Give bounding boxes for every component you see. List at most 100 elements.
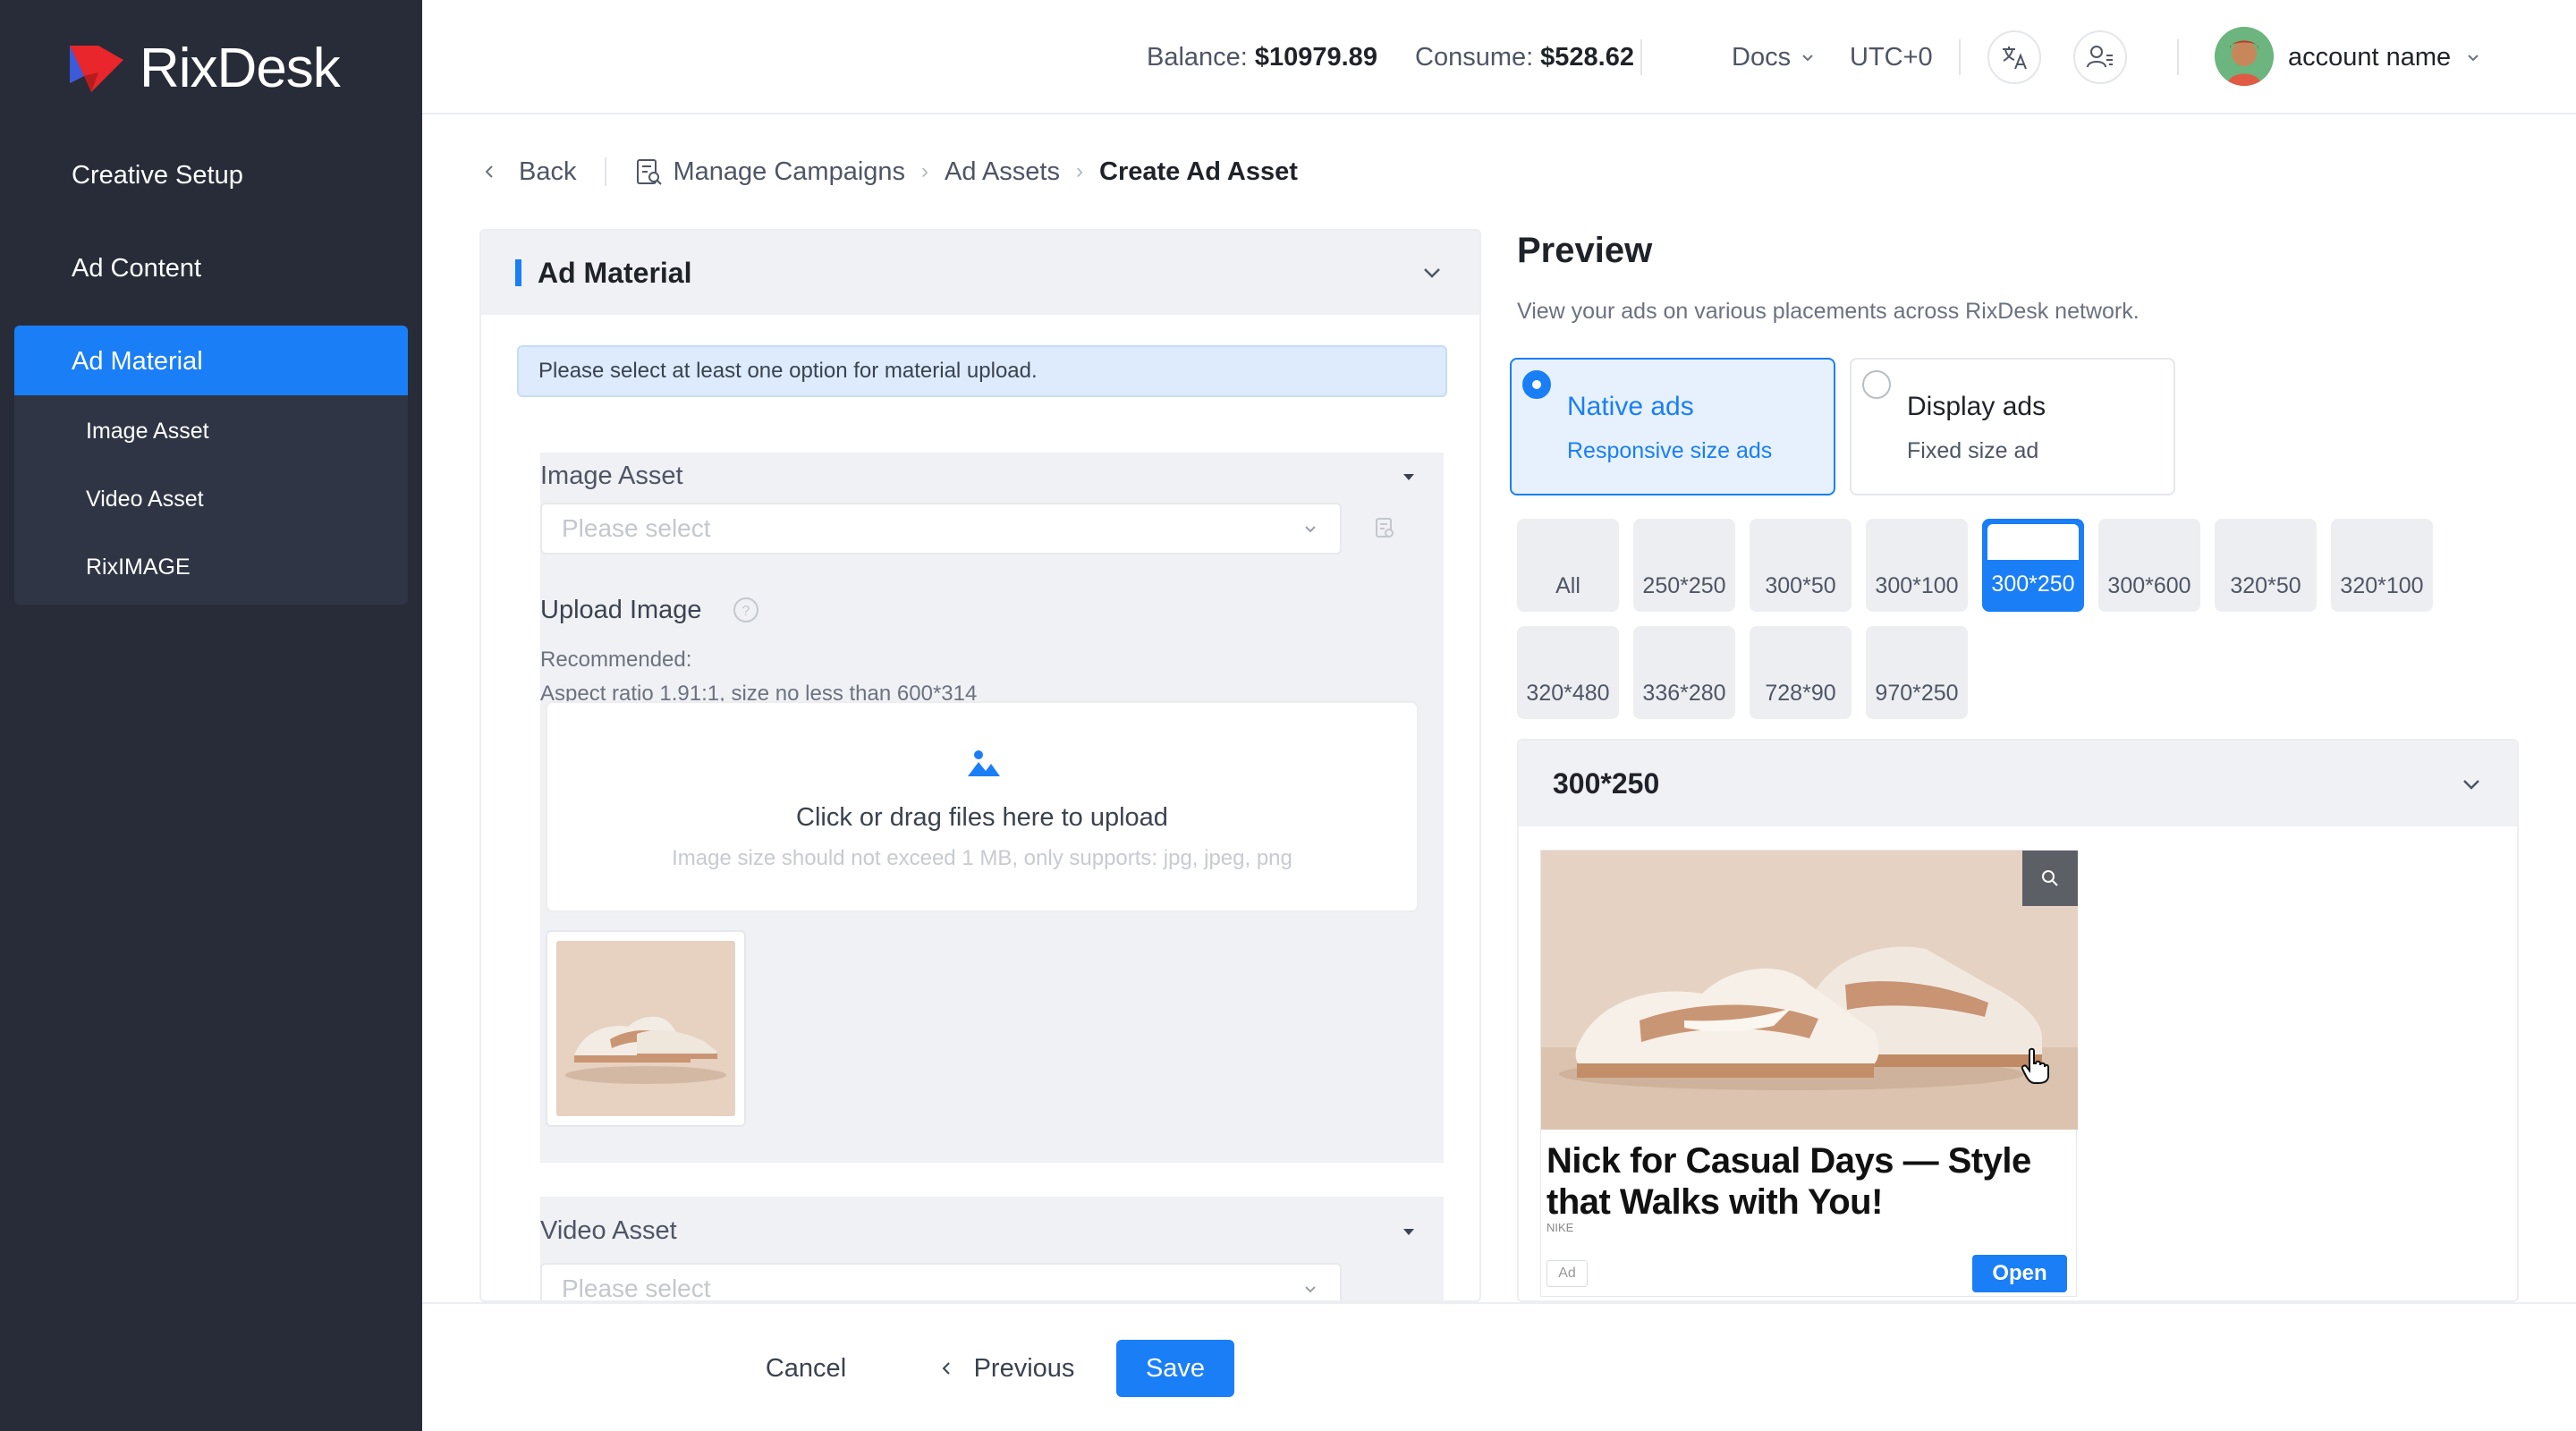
size-option-all[interactable]: All bbox=[1517, 519, 1619, 612]
native-ad-card: Nick for Casual Days — Style that Walks … bbox=[1540, 850, 2078, 1297]
ad-type-name: Native ads bbox=[1567, 392, 1694, 421]
ad-headline: Nick for Casual Days — Style that Walks … bbox=[1546, 1141, 2031, 1222]
video-asset-title: Video Asset bbox=[540, 1216, 677, 1245]
sidebar-subitem-image-asset[interactable]: Image Asset bbox=[14, 397, 408, 465]
breadcrumb-ad-assets[interactable]: Ad Assets bbox=[945, 157, 1060, 187]
help-icon[interactable]: ? bbox=[732, 596, 760, 624]
image-upload-icon bbox=[968, 750, 1000, 776]
users-icon bbox=[2087, 46, 2113, 68]
consume-label: Consume: bbox=[1415, 42, 1534, 72]
chevron-down-icon bbox=[1802, 55, 1813, 62]
uploaded-image-thumbnail[interactable] bbox=[546, 930, 746, 1127]
image-asset-select[interactable]: Please select bbox=[540, 503, 1342, 555]
radio-unselected[interactable] bbox=[1862, 370, 1891, 399]
translate-icon bbox=[2003, 47, 2027, 70]
size-option[interactable]: 300*600 bbox=[2098, 519, 2200, 612]
timezone-label: UTC+0 bbox=[1850, 42, 1933, 72]
upload-dropzone[interactable]: Click or drag files here to upload Image… bbox=[546, 701, 1419, 912]
sidebar-item-creative-setup[interactable]: Creative Setup bbox=[14, 140, 408, 211]
preview-section-header[interactable]: 300*250 bbox=[1519, 741, 2517, 826]
native-ads-option[interactable]: Native ads Responsive size ads bbox=[1510, 358, 1835, 495]
alert-text: Please select at least one option for ma… bbox=[538, 359, 1038, 383]
chevron-down-icon[interactable] bbox=[1419, 259, 1445, 286]
size-option[interactable]: 970*250 bbox=[1866, 626, 1968, 719]
select-placeholder: Please select bbox=[562, 514, 711, 542]
breadcrumb-current: Create Ad Asset bbox=[1099, 157, 1298, 186]
account-menu[interactable]: account name bbox=[2288, 0, 2483, 114]
sidebar-submenu: Image Asset Video Asset RixIMAGE bbox=[14, 395, 408, 605]
upload-hint: Image size should not exceed 1 MB, only … bbox=[672, 846, 1292, 870]
info-alert: Please select at least one option for ma… bbox=[517, 345, 1447, 397]
ad-tag: Ad bbox=[1546, 1260, 1588, 1287]
chevron-left-icon bbox=[942, 1362, 950, 1375]
sneaker-image bbox=[556, 941, 735, 1116]
size-option-selected[interactable]: 300*250 bbox=[1982, 519, 2084, 612]
preview-section: 300*250 Nick for Casual Days — Style tha… bbox=[1517, 739, 2519, 1302]
chevron-down-icon bbox=[1305, 1286, 1316, 1293]
timezone[interactable]: UTC+0 bbox=[1850, 0, 1933, 114]
upload-text: Click or drag files here to upload bbox=[796, 803, 1168, 832]
footer-actions: Cancel Previous Save bbox=[422, 1302, 2576, 1431]
breadcrumb: Back Manage Campaigns › Ad Assets › Crea… bbox=[479, 148, 1298, 195]
library-icon[interactable] bbox=[1372, 515, 1397, 540]
preview-description: View your ads on various placements acro… bbox=[1517, 299, 2140, 324]
language-button[interactable] bbox=[1987, 30, 2041, 84]
cancel-button[interactable]: Cancel bbox=[742, 1340, 869, 1397]
divider bbox=[2177, 39, 2179, 75]
display-ads-option[interactable]: Display ads Fixed size ad bbox=[1850, 358, 2175, 495]
preview-title: Preview bbox=[1517, 231, 1653, 270]
sidebar-subitem-video-asset[interactable]: Video Asset bbox=[14, 465, 408, 533]
balance-label: Balance: bbox=[1147, 42, 1248, 72]
balance-value: $10979.89 bbox=[1254, 42, 1377, 72]
size-option[interactable]: 300*50 bbox=[1750, 519, 1852, 612]
sidebar-item-ad-content[interactable]: Ad Content bbox=[14, 233, 408, 304]
size-option[interactable]: 320*50 bbox=[2215, 519, 2317, 612]
docs-dropdown[interactable]: Docs bbox=[1732, 0, 1818, 114]
breadcrumb-separator-icon: › bbox=[1076, 159, 1083, 183]
sidebar-subitem-riximage[interactable]: RixIMAGE bbox=[14, 533, 408, 601]
breadcrumb-separator-icon: › bbox=[921, 159, 929, 183]
docs-label: Docs bbox=[1732, 42, 1792, 72]
sidebar-item-label: Creative Setup bbox=[72, 160, 243, 190]
logo[interactable]: RixDesk bbox=[64, 32, 341, 104]
select-placeholder: Please select bbox=[562, 1274, 711, 1302]
section-title: Ad Material bbox=[538, 256, 692, 289]
size-option[interactable]: 250*250 bbox=[1633, 519, 1735, 612]
ad-type-name: Display ads bbox=[1907, 392, 2046, 421]
breadcrumb-manage-campaigns[interactable]: Manage Campaigns bbox=[673, 157, 905, 187]
svg-text:?: ? bbox=[742, 604, 750, 619]
ad-type-sub: Responsive size ads bbox=[1567, 438, 1773, 463]
topbar: Balance: $10979.89 Consume: $528.62 Docs U… bbox=[422, 0, 2576, 114]
size-option[interactable]: 728*90 bbox=[1750, 626, 1852, 719]
radio-selected[interactable] bbox=[1522, 370, 1551, 399]
size-option[interactable]: 320*100 bbox=[2331, 519, 2433, 612]
caret-down-icon[interactable] bbox=[1399, 1222, 1419, 1241]
size-option[interactable]: 336*280 bbox=[1633, 626, 1735, 719]
ad-material-panel: Ad Material Please select at least one o… bbox=[479, 229, 1481, 1302]
previous-button[interactable]: Previous bbox=[919, 1340, 1091, 1397]
sneaker-image bbox=[1541, 851, 2078, 1130]
save-button[interactable]: Save bbox=[1116, 1340, 1234, 1397]
sidebar-item-ad-material[interactable]: Ad Material bbox=[14, 326, 408, 397]
sidebar-item-label: Ad Content bbox=[72, 253, 202, 283]
video-asset-select[interactable]: Please select bbox=[540, 1263, 1342, 1302]
avatar[interactable] bbox=[2215, 27, 2274, 86]
caret-down-icon[interactable] bbox=[1399, 467, 1419, 487]
open-cta-button[interactable]: Open bbox=[1972, 1255, 2067, 1292]
size-label: 300*250 bbox=[1991, 572, 2075, 597]
campaign-icon bbox=[637, 159, 663, 185]
size-option[interactable]: 300*100 bbox=[1866, 519, 1968, 612]
sidebar-subitem-label: Image Asset bbox=[86, 418, 209, 444]
consume: Consume: $528.62 bbox=[1415, 0, 1634, 114]
sidebar-subitem-label: RixIMAGE bbox=[86, 554, 191, 580]
ad-brand: NIKE bbox=[1546, 1221, 1574, 1234]
ad-material-header[interactable]: Ad Material bbox=[481, 231, 1479, 315]
size-option[interactable]: 320*480 bbox=[1517, 626, 1619, 719]
switch-user-button[interactable] bbox=[2073, 30, 2127, 84]
chevron-down-icon bbox=[1305, 526, 1316, 533]
back-link[interactable]: Back bbox=[519, 157, 576, 187]
image-asset-title: Image Asset bbox=[540, 461, 683, 490]
divider bbox=[1640, 39, 1642, 75]
chevron-down-icon[interactable] bbox=[2458, 771, 2485, 798]
zoom-button[interactable] bbox=[2022, 851, 2078, 906]
